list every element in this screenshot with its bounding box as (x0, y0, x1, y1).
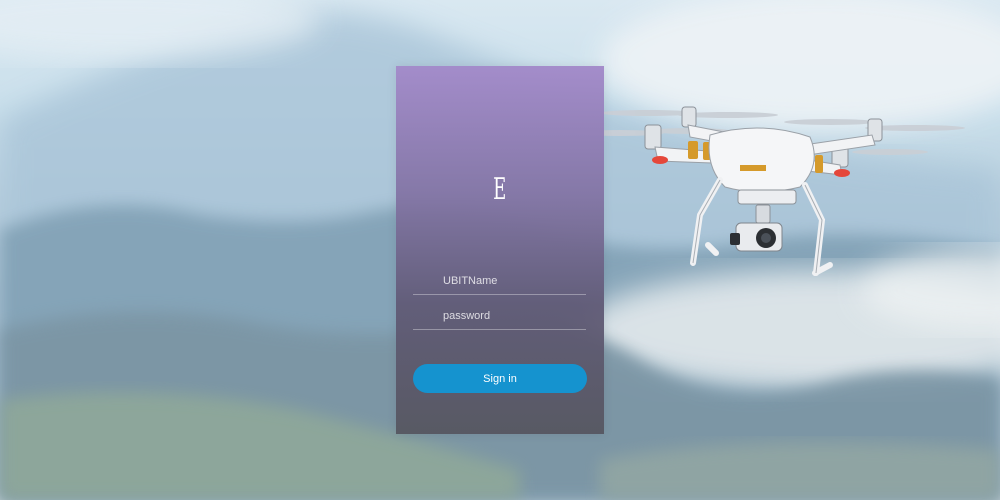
username-field-container (413, 268, 586, 295)
drone-image (576, 106, 965, 276)
sign-in-button[interactable]: Sign in (413, 364, 587, 393)
password-field-container (413, 303, 586, 330)
username-input[interactable] (413, 268, 586, 294)
password-input[interactable] (413, 303, 586, 329)
logo-text: E (493, 172, 507, 207)
propeller-blade (784, 119, 876, 125)
propeller-blade (852, 149, 928, 155)
